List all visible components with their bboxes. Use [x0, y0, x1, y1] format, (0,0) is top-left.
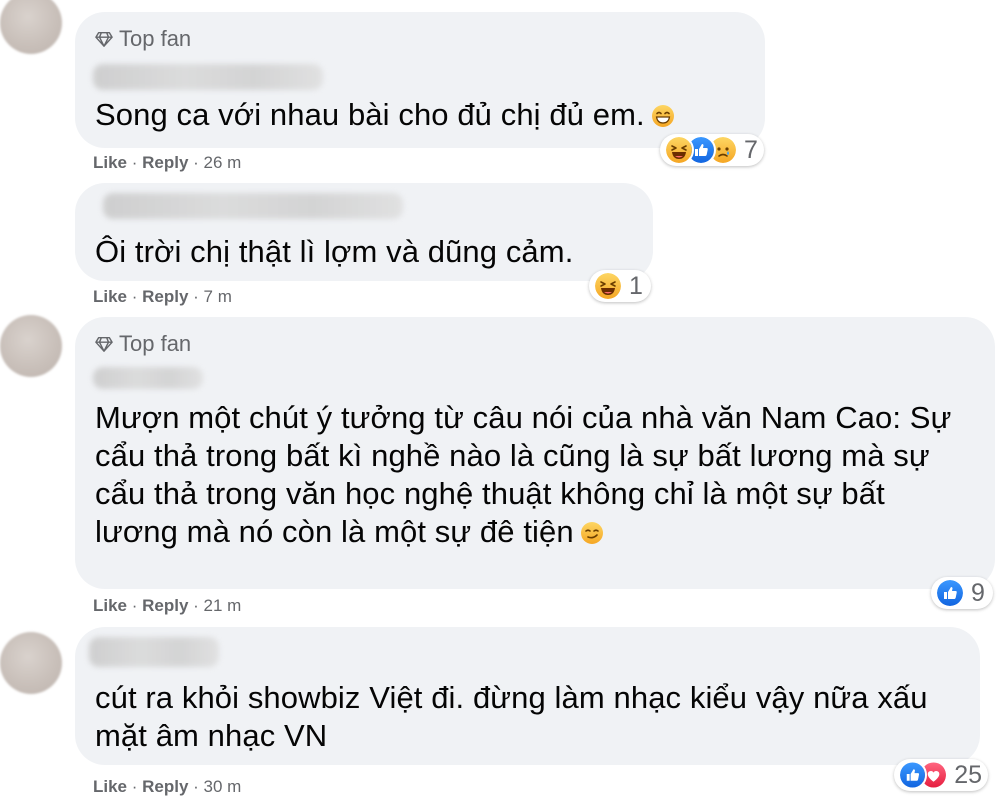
- like-link[interactable]: Like: [93, 596, 127, 615]
- comment-4: cút ra khỏi showbiz Việt đi. đừng làm nh…: [0, 620, 1000, 804]
- like-link[interactable]: Like: [93, 153, 127, 172]
- reaction-summary[interactable]: 25: [894, 759, 988, 791]
- reply-link[interactable]: Reply: [142, 287, 188, 306]
- reply-link[interactable]: Reply: [142, 596, 188, 615]
- avatar[interactable]: [0, 632, 62, 694]
- comment-2: Ôi trời chị thật lì lợm và dũng cảm. Lik…: [0, 180, 1000, 310]
- comment-1: Top fan Song ca với nhau bài cho đủ chị …: [0, 0, 1000, 175]
- comment-actions: Like · Reply · 26 m: [93, 153, 242, 172]
- comment-bubble: Ôi trời chị thật lì lợm và dũng cảm.: [75, 183, 653, 281]
- reaction-count: 7: [744, 136, 758, 164]
- comment-bubble: cút ra khỏi showbiz Việt đi. đừng làm nh…: [75, 627, 980, 765]
- comment-actions: Like · Reply · 30 m: [93, 777, 242, 796]
- comment-text: cút ra khỏi showbiz Việt đi. đừng làm nh…: [95, 680, 928, 753]
- timestamp[interactable]: 21 m: [204, 596, 242, 615]
- badge-label: Top fan: [119, 331, 192, 356]
- timestamp[interactable]: 30 m: [204, 777, 242, 796]
- comment-actions: Like · Reply · 21 m: [93, 596, 242, 615]
- timestamp[interactable]: 7 m: [204, 287, 232, 306]
- reaction-count: 9: [971, 579, 985, 607]
- like-link[interactable]: Like: [93, 777, 127, 796]
- comment-text: Mượn một chút ý tưởng từ câu nói của nhà…: [95, 400, 952, 549]
- like-icon: [935, 578, 965, 608]
- comment-3: Top fan Mượn một chút ý tưởng từ câu nói…: [0, 315, 1000, 620]
- haha-icon: [664, 135, 694, 165]
- comment-text: Ôi trời chị thật lì lợm và dũng cảm.: [95, 234, 574, 269]
- haha-icon: [593, 271, 623, 301]
- like-link[interactable]: Like: [93, 287, 127, 306]
- author-name[interactable]: [93, 367, 203, 389]
- comment-text: Song ca với nhau bài cho đủ chị đủ em.: [95, 96, 747, 134]
- author-name[interactable]: [93, 64, 323, 90]
- diamond-icon: [95, 336, 113, 352]
- avatar[interactable]: [0, 315, 62, 377]
- reaction-count: 1: [629, 272, 643, 300]
- diamond-icon: [95, 31, 113, 47]
- reaction-summary[interactable]: 1: [589, 270, 651, 302]
- author-name[interactable]: [89, 637, 219, 667]
- reply-link[interactable]: Reply: [142, 153, 188, 172]
- timestamp[interactable]: 26 m: [204, 153, 242, 172]
- avatar[interactable]: [0, 0, 62, 54]
- reaction-count: 25: [954, 761, 982, 789]
- top-fan-badge: Top fan: [95, 26, 191, 52]
- smirk-emoji: [580, 522, 603, 544]
- top-fan-badge: Top fan: [95, 331, 191, 357]
- like-icon: [898, 760, 928, 790]
- reply-link[interactable]: Reply: [142, 777, 188, 796]
- comment-actions: Like · Reply · 7 m: [93, 287, 232, 306]
- badge-label: Top fan: [119, 26, 192, 51]
- grin-emoji: [651, 105, 674, 127]
- comment-bubble: Top fan Mượn một chút ý tưởng từ câu nói…: [75, 317, 995, 589]
- reaction-summary[interactable]: 7: [660, 134, 764, 166]
- reaction-summary[interactable]: 9: [931, 577, 993, 609]
- comment-bubble: Top fan Song ca với nhau bài cho đủ chị …: [75, 12, 765, 148]
- author-name[interactable]: [103, 193, 403, 219]
